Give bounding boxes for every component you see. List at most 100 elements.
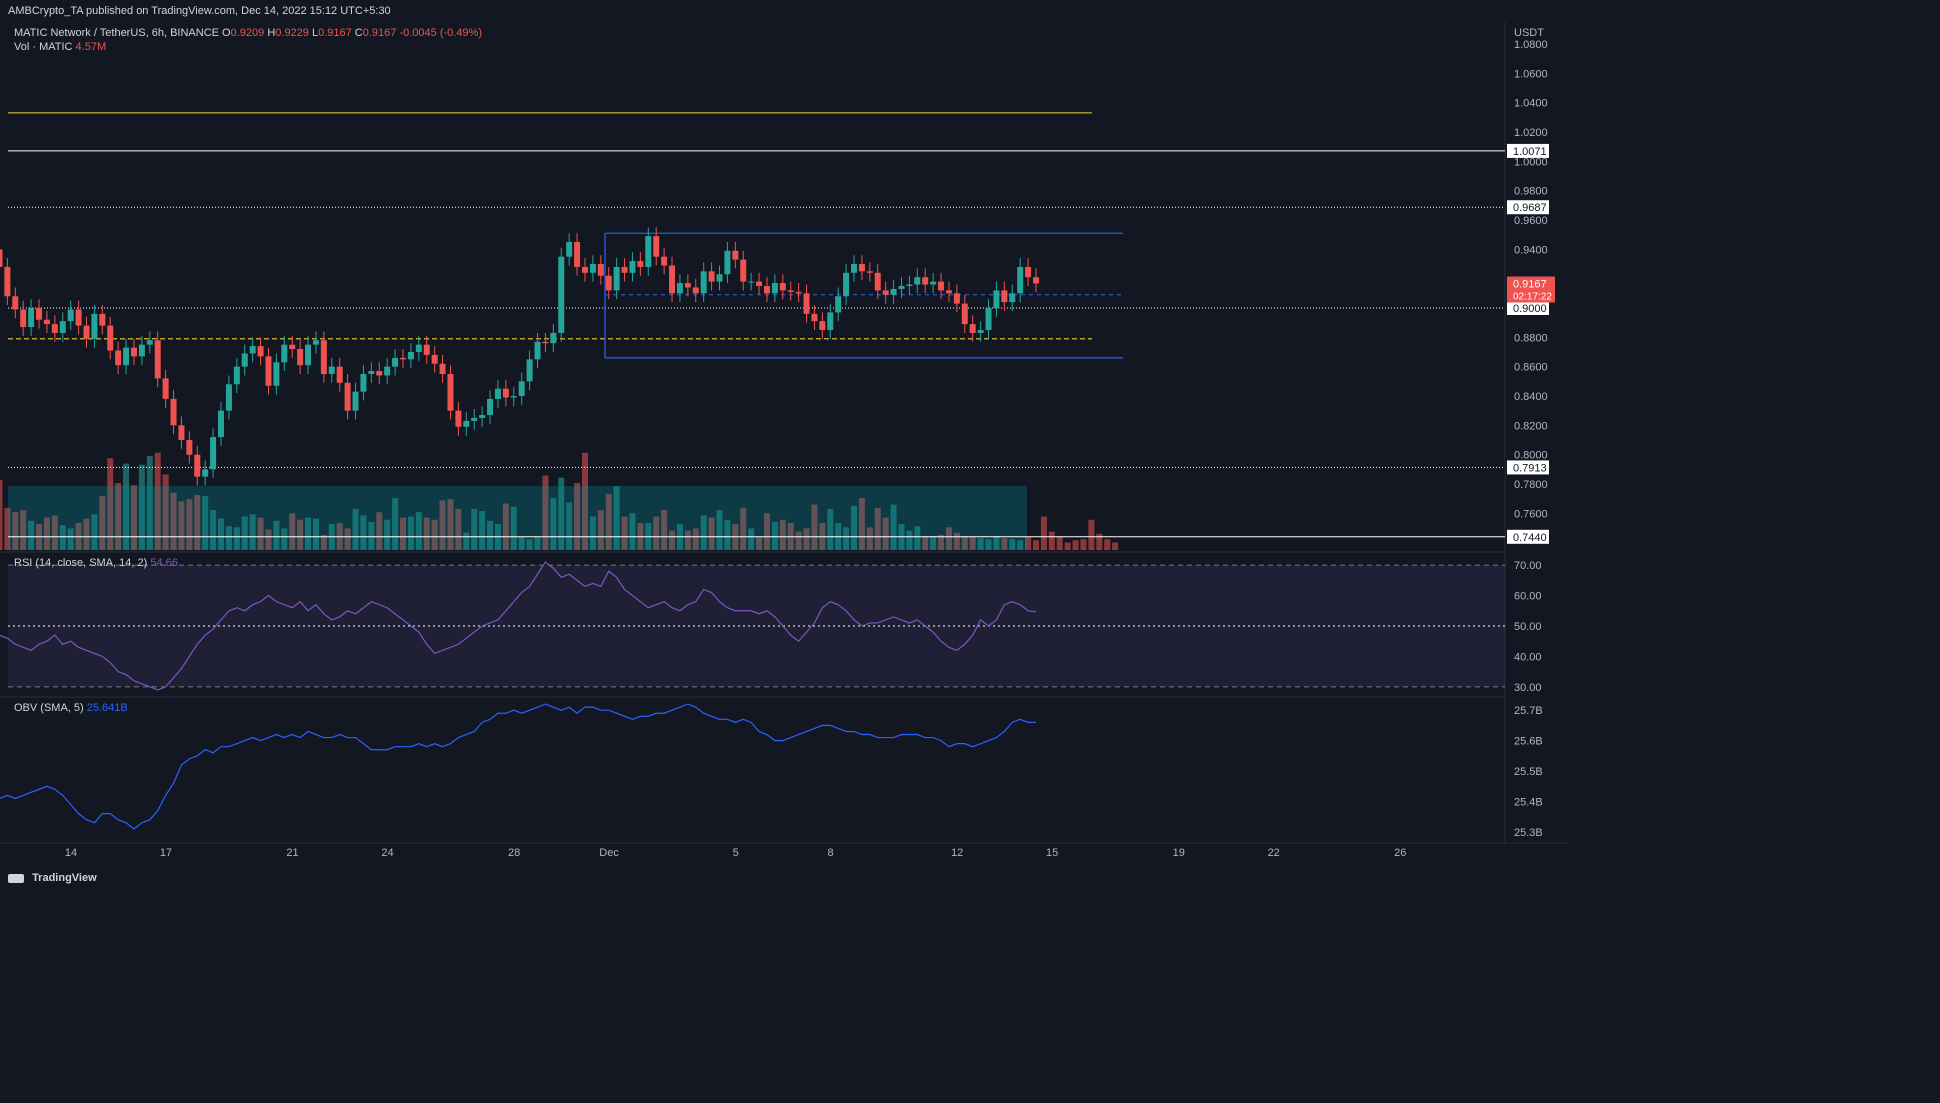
- currency-label: USDT: [1514, 27, 1544, 39]
- candle-body: [178, 425, 185, 440]
- candle-body: [1025, 266, 1032, 278]
- candle-body: [795, 291, 802, 294]
- rsi-tick-label: 70.00: [1514, 560, 1542, 572]
- candle-body: [985, 308, 992, 330]
- candle-body: [392, 357, 399, 367]
- volume-bar: [0, 479, 3, 550]
- time-tick-label: 5: [733, 847, 739, 859]
- candle-body: [123, 347, 130, 366]
- obv-line: [0, 703, 1036, 830]
- price-tick-label: 1.0800: [1514, 39, 1548, 51]
- candle-body: [993, 290, 1000, 308]
- candle-body: [407, 352, 414, 360]
- candle-body: [574, 242, 581, 267]
- rsi-band: [8, 565, 1505, 687]
- rsi-tick-label: 40.00: [1514, 651, 1542, 663]
- candle-body: [368, 371, 375, 374]
- candle-body: [827, 312, 834, 330]
- price-level-tag-label: 0.7913: [1513, 462, 1547, 474]
- candle-body: [898, 286, 905, 289]
- price-tick-label: 1.0400: [1514, 98, 1548, 110]
- candle-body: [684, 283, 691, 288]
- footer: TradingView: [0, 866, 1568, 891]
- candle-body: [669, 265, 676, 294]
- candle-body: [36, 308, 43, 320]
- candle-body: [748, 281, 755, 283]
- last-price-label: 0.9167: [1513, 279, 1547, 291]
- obv-legend: OBV (SMA, 5) 25.641B: [14, 702, 128, 714]
- chart-canvas[interactable]: 1.0800 1.0600 1.0400 1.0200 1.0000 0.9800 0.96…: [0, 0, 1568, 891]
- candle-body: [645, 236, 652, 267]
- candle-body: [661, 256, 668, 266]
- time-tick-label: Dec: [599, 847, 619, 859]
- candle-body: [629, 261, 636, 273]
- price-level-tag-label: 1.0071: [1513, 146, 1547, 158]
- candle-body: [83, 325, 90, 339]
- price-tick-label: 0.8200: [1514, 420, 1548, 432]
- candle-body: [344, 382, 351, 411]
- candle-body: [914, 277, 921, 285]
- candle-body: [59, 321, 66, 333]
- time-tick-label: 22: [1268, 847, 1280, 859]
- candle-body: [534, 341, 541, 360]
- candle-body: [558, 256, 565, 333]
- candle-body: [479, 415, 486, 418]
- candle-body: [257, 346, 264, 357]
- candle-body: [700, 271, 707, 294]
- candle-body: [4, 266, 11, 297]
- candle-body: [890, 288, 897, 295]
- rsi-legend: RSI (14, close, SMA, 14, 2) 54.66: [14, 557, 178, 569]
- volume-legend: Vol · MATIC 4.57M: [14, 41, 106, 53]
- candle-body: [526, 359, 533, 382]
- candle-body: [447, 374, 454, 411]
- price-tick-label: 1.0200: [1514, 127, 1548, 139]
- candle-body: [882, 290, 889, 295]
- candle-body: [945, 290, 952, 294]
- candle-body: [400, 357, 406, 360]
- candle-body: [289, 344, 296, 350]
- candle-body: [930, 281, 937, 285]
- candle-body: [154, 340, 161, 379]
- time-tick-label: 28: [508, 847, 520, 859]
- candle-body: [225, 384, 232, 411]
- candle-body: [597, 264, 604, 276]
- candle-body: [605, 275, 612, 291]
- candle-body: [510, 396, 517, 398]
- obv-tick-label: 25.5B: [1514, 766, 1543, 778]
- candle-body: [906, 284, 913, 286]
- candle-body: [51, 324, 58, 333]
- candle-body: [637, 261, 644, 267]
- countdown-label: 02:17:22: [1513, 292, 1552, 303]
- candle-body: [1009, 293, 1016, 303]
- price-tick-label: 0.8400: [1514, 391, 1548, 403]
- price-tick-label: 1.0000: [1514, 156, 1548, 168]
- candle-body: [312, 340, 319, 345]
- candle-body: [305, 344, 312, 366]
- time-tick-label: 26: [1394, 847, 1406, 859]
- volume-bar: [1033, 540, 1039, 550]
- candle-body: [494, 388, 501, 399]
- candle-body: [763, 286, 770, 294]
- candle-body: [835, 296, 842, 313]
- candle-body: [20, 309, 27, 328]
- price-tick-label: 0.8000: [1514, 450, 1548, 462]
- volume-bar: [1112, 542, 1119, 550]
- price-level-tag-label: 0.9000: [1513, 303, 1547, 315]
- candle-body: [107, 325, 114, 351]
- candle-body: [75, 309, 82, 326]
- candle-body: [811, 313, 818, 322]
- candle-body: [320, 340, 327, 374]
- volume-bar: [1072, 540, 1079, 550]
- candle-body: [487, 398, 494, 416]
- candle-body: [969, 324, 976, 333]
- candle-body: [384, 366, 391, 376]
- time-tick-label: 17: [160, 847, 172, 859]
- candle-body: [708, 271, 715, 282]
- rsi-tick-label: 50.00: [1514, 621, 1542, 633]
- time-tick-label: 21: [286, 847, 298, 859]
- candle-body: [210, 437, 217, 470]
- candle-body: [518, 381, 525, 396]
- candle-body: [415, 344, 422, 352]
- chart-root: AMBCrypto_TA published on TradingView.co…: [0, 0, 1568, 891]
- candle-body: [621, 266, 628, 273]
